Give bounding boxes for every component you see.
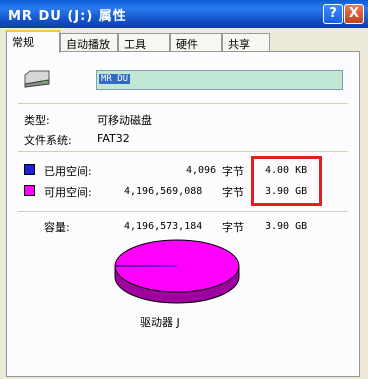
separator (18, 103, 348, 104)
drive-caption: 驱动器 J (140, 316, 180, 329)
tab-hardware[interactable]: 硬件 (170, 33, 222, 51)
capacity-label: 容量: (44, 221, 70, 234)
tab-tools[interactable]: 工具 (118, 33, 170, 51)
title-bar[interactable]: MR DU (J:) 属性 ? X (0, 0, 368, 28)
removable-drive-icon (24, 70, 50, 88)
used-space-label: 已用空间: (44, 165, 92, 178)
capacity-unit: 字节 (222, 221, 244, 234)
disk-usage-pie (114, 239, 240, 304)
close-button[interactable]: X (344, 4, 364, 24)
window-title: MR DU (J:) 属性 (8, 9, 127, 24)
type-label: 类型: (24, 114, 50, 127)
free-space-bytes: 4,196,569,088 (124, 186, 203, 197)
free-space-unit: 字节 (222, 186, 244, 199)
used-space-bytes: 4,096 (186, 165, 217, 176)
properties-window: MR DU (J:) 属性 ? X 常规 自动播放 工具 硬件 共享 MR DU… (0, 0, 368, 379)
free-space-swatch (24, 185, 35, 196)
volume-label-text: MR DU (99, 74, 131, 84)
separator (18, 211, 348, 212)
tab-general[interactable]: 常规 (6, 30, 60, 53)
used-space-swatch (24, 164, 35, 175)
tab-sharing[interactable]: 共享 (222, 33, 270, 51)
free-space-label: 可用空间: (44, 186, 92, 199)
help-button[interactable]: ? (323, 4, 343, 24)
highlight-box (251, 156, 322, 206)
capacity-bytes: 4,196,573,184 (124, 221, 203, 232)
used-space-unit: 字节 (222, 165, 244, 178)
filesystem-value: FAT32 (97, 132, 130, 145)
filesystem-label: 文件系统: (24, 134, 72, 147)
separator (18, 151, 348, 152)
tab-autoplay[interactable]: 自动播放 (60, 33, 118, 51)
capacity-size: 3.90 GB (265, 221, 308, 232)
volume-label-input[interactable]: MR DU (96, 70, 343, 90)
type-value: 可移动磁盘 (97, 114, 152, 127)
general-panel (6, 51, 360, 377)
